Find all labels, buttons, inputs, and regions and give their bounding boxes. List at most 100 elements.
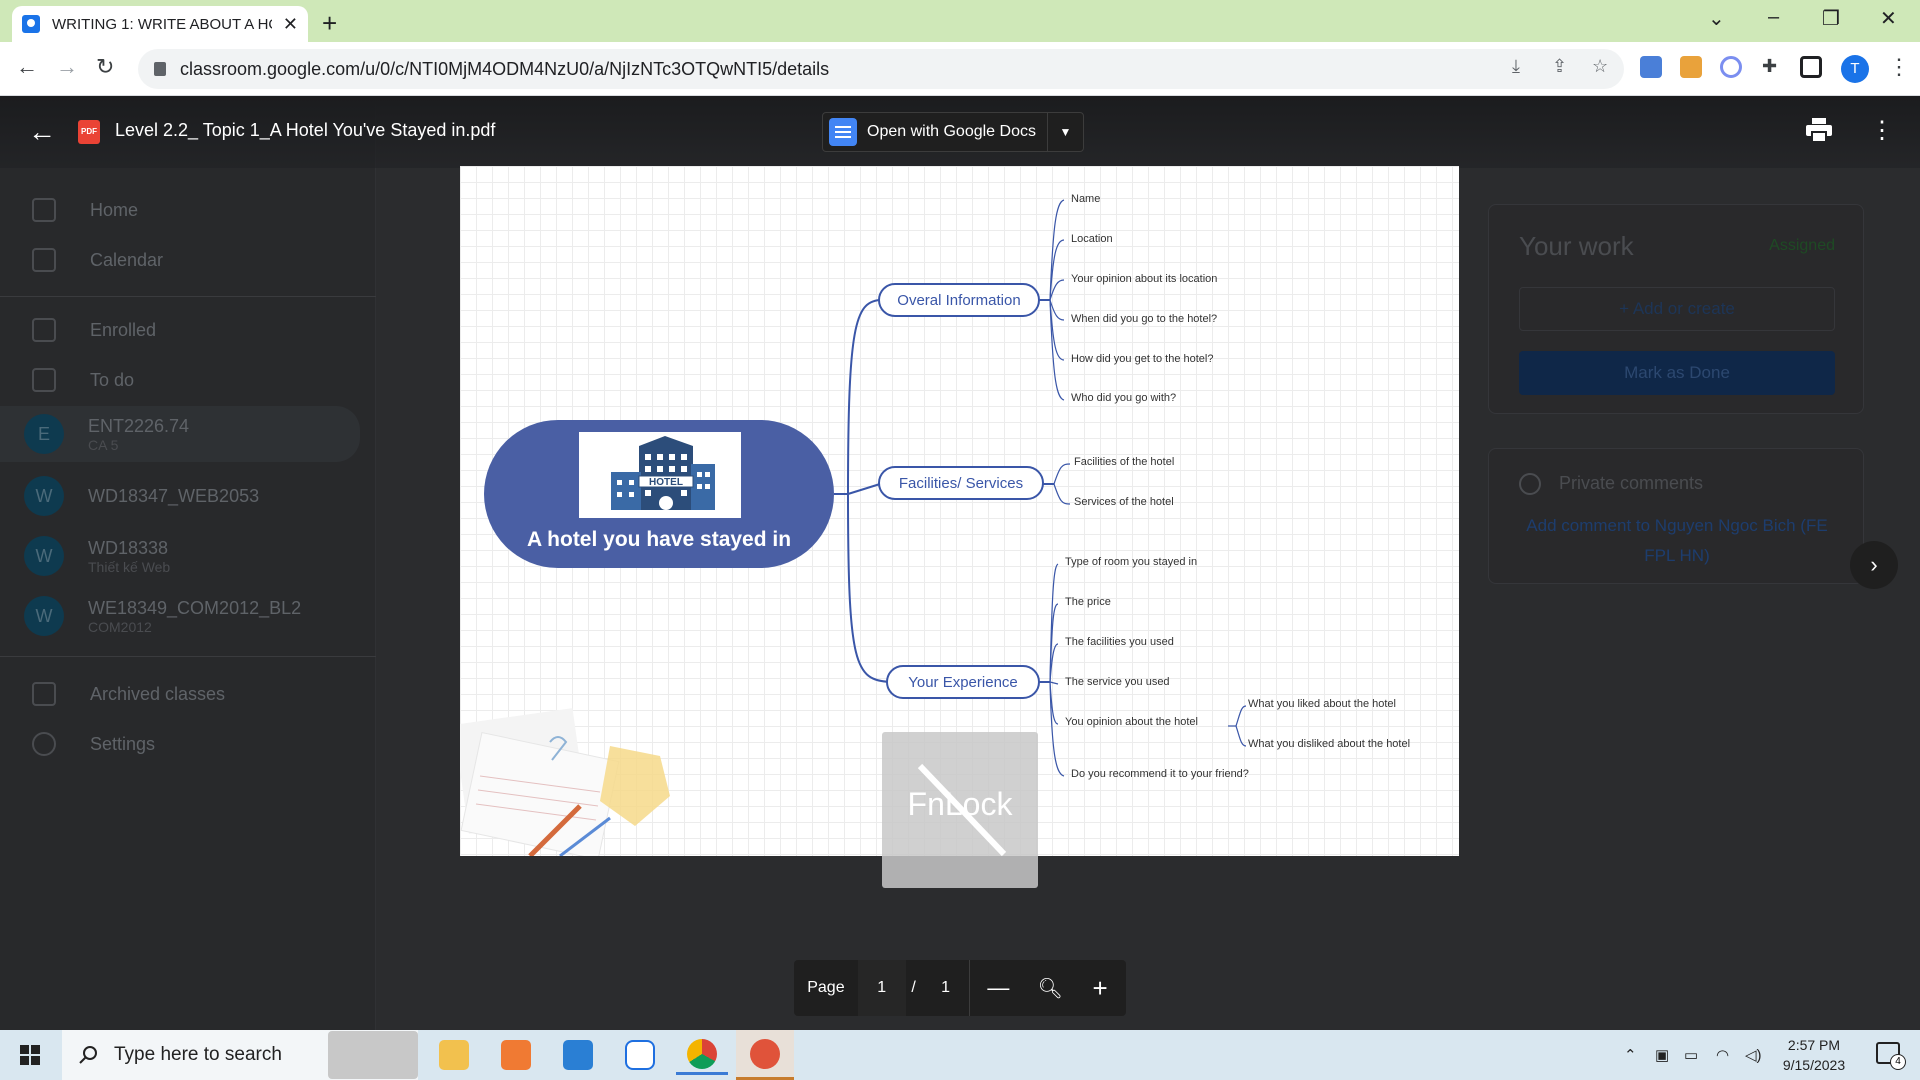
snipping-icon (750, 1038, 780, 1069)
enrolled-icon (32, 318, 56, 342)
mark-as-done-label: Mark as Done (1624, 363, 1730, 382)
zalo-app[interactable] (614, 1035, 666, 1075)
leaf-item: How did you get to the hotel? (1071, 353, 1214, 365)
person-icon (1519, 473, 1541, 495)
class-avatar: W (24, 596, 64, 636)
close-viewer-back-icon[interactable]: ← (28, 116, 56, 148)
unikey-extension-icon[interactable] (1680, 56, 1702, 78)
google-docs-icon (829, 118, 857, 146)
xampp-app[interactable] (490, 1035, 542, 1075)
taskbar-clock[interactable]: 2:57 PM 9/15/2023 (1766, 1035, 1862, 1075)
zoom-out-icon[interactable]: — (970, 960, 1026, 1016)
print-icon[interactable] (1806, 118, 1832, 142)
profile-avatar[interactable]: T (1841, 55, 1869, 83)
pdf-viewer-header: ← PDF Level 2.2_ Topic 1_A Hotel You've … (0, 96, 1920, 168)
class-section: CA 5 (88, 436, 119, 453)
browser-toolbar: ← → ↻ classroom.google.com/u/0/c/NTI0MjM… (0, 42, 1920, 96)
taskbar-search-box[interactable]: Type here to search (62, 1030, 418, 1080)
add-comment-link[interactable]: Add comment to Nguyen Ngoc Bich (FE FPL … (1519, 511, 1835, 571)
xampp-icon (501, 1040, 531, 1070)
browser-tab[interactable]: WRITING 1: WRITE ABOUT A HOTEL ✕ (12, 6, 308, 42)
more-options-icon[interactable]: ⋮ (1870, 116, 1894, 145)
divider (0, 296, 376, 297)
branch-overal-information: Overal Information (878, 283, 1040, 317)
meet-now-icon[interactable]: ▣ (1655, 1046, 1669, 1064)
sidebar-item-archived[interactable]: Archived classes (0, 670, 360, 718)
chrome-menu-icon[interactable]: ⋮ (1888, 54, 1910, 80)
zalo-icon (625, 1040, 655, 1070)
vscode-app[interactable] (552, 1035, 604, 1075)
window-close-icon[interactable]: ✕ (1880, 6, 1897, 31)
search-icon (79, 1046, 97, 1064)
sidebar-item-label: Home (90, 199, 139, 220)
sidebar-item-settings[interactable]: Settings (0, 720, 360, 768)
show-hidden-icons-icon[interactable]: ⌃ (1624, 1046, 1637, 1064)
extension-icon[interactable] (1720, 56, 1742, 78)
sidebar-item-label: To do (90, 369, 135, 390)
address-bar[interactable]: classroom.google.com/u/0/c/NTI0MjM4ODM4N… (138, 49, 1624, 89)
wifi-icon[interactable]: ◠ (1716, 1046, 1729, 1064)
current-page-input[interactable]: 1 (857, 960, 906, 1016)
sidebar-class-item[interactable]: W WD18338 Thiết kế Web (0, 528, 360, 584)
private-comments-card: Private comments Add comment to Nguyen N… (1488, 448, 1864, 584)
sub-leaf-item: What you liked about the hotel (1248, 698, 1396, 710)
restore-icon[interactable]: ❐ (1822, 6, 1840, 31)
your-work-title: Your work (1519, 231, 1634, 261)
tab-title: WRITING 1: WRITE ABOUT A HOTEL (52, 15, 272, 33)
minimize-icon[interactable]: – (1768, 6, 1779, 29)
chrome-app[interactable] (676, 1035, 728, 1075)
plus-icon: + (1619, 299, 1633, 318)
new-tab-icon[interactable]: + (322, 8, 337, 39)
clock-date: 9/15/2023 (1782, 1057, 1846, 1073)
class-section: Thiết kế Web (88, 558, 171, 575)
file-explorer-app[interactable] (428, 1035, 480, 1075)
translate-extension-icon[interactable] (1640, 56, 1662, 78)
forward-icon[interactable]: → (56, 54, 78, 80)
tab-search-icon[interactable]: ⌄ (1708, 6, 1725, 31)
back-icon[interactable]: ← (16, 54, 38, 80)
sidebar-item-enrolled[interactable]: Enrolled (0, 306, 360, 354)
chrome-icon (687, 1038, 717, 1069)
sidebar-item-calendar[interactable]: Calendar (0, 236, 360, 284)
sidebar-item-home[interactable]: Home (0, 186, 360, 234)
add-or-create-button[interactable]: + Add or create (1519, 287, 1835, 331)
notification-icon[interactable]: 4 (1876, 1042, 1906, 1070)
mark-as-done-button[interactable]: Mark as Done (1519, 351, 1835, 395)
class-section: COM2012 (88, 618, 152, 635)
sidebar-item-todo[interactable]: To do (0, 356, 360, 404)
battery-icon[interactable]: ▭ (1684, 1046, 1698, 1064)
todo-icon (32, 368, 56, 392)
home-icon (32, 198, 56, 222)
open-with-dropdown-icon[interactable]: ▼ (1047, 112, 1083, 152)
close-tab-icon[interactable]: ✕ (283, 14, 298, 35)
sub-leaf-item: What you disliked about the hotel (1248, 738, 1411, 750)
calendar-icon (32, 248, 56, 272)
next-file-chevron-icon[interactable]: › (1850, 541, 1898, 589)
archive-icon (32, 682, 56, 706)
open-with-google-docs-button[interactable]: Open with Google Docs ▼ (822, 112, 1084, 152)
zoom-in-icon[interactable]: + (1074, 960, 1126, 1016)
windows-start-icon[interactable] (20, 1045, 40, 1065)
sidebar-class-item[interactable]: W WD18347_WEB2053 (0, 468, 360, 524)
leaf-item: Services of the hotel (1074, 496, 1174, 508)
sidebar-class-item[interactable]: E ENT2226.74 CA 5 (0, 406, 360, 462)
snipping-tool-app[interactable] (736, 1030, 794, 1080)
lock-icon (154, 62, 166, 76)
add-or-create-label: Add or create (1632, 299, 1735, 318)
leaf-item: Who did you go with? (1071, 392, 1177, 404)
bookmark-star-icon[interactable]: ☆ (1592, 56, 1608, 77)
zoom-magnifier-icon[interactable]: 🔍︎ (1026, 960, 1074, 1016)
mindmap-central-node: HOTEL A hotel you have stayed in (484, 420, 834, 568)
share-icon[interactable]: ⇪ (1552, 56, 1567, 77)
reload-icon[interactable]: ↻ (96, 54, 114, 80)
gear-icon (32, 732, 56, 756)
extensions-puzzle-icon[interactable]: ✚ (1762, 56, 1777, 77)
branch-facilities-services: Facilities/ Services (878, 466, 1044, 500)
sidebar-class-item[interactable]: W WE18349_COM2012_BL2 COM2012 (0, 588, 360, 644)
leaf-item: Name (1071, 193, 1101, 205)
volume-icon[interactable]: ◁) (1745, 1046, 1762, 1064)
windows-taskbar: Type here to search ⌃ ▣ ▭ ◠ ◁) 2:57 PM 9… (0, 1030, 1920, 1080)
side-panel-icon[interactable] (1800, 56, 1822, 78)
leaf-item: Your opinion about its location (1071, 273, 1218, 285)
install-icon[interactable]: ⤓ (1512, 56, 1520, 77)
